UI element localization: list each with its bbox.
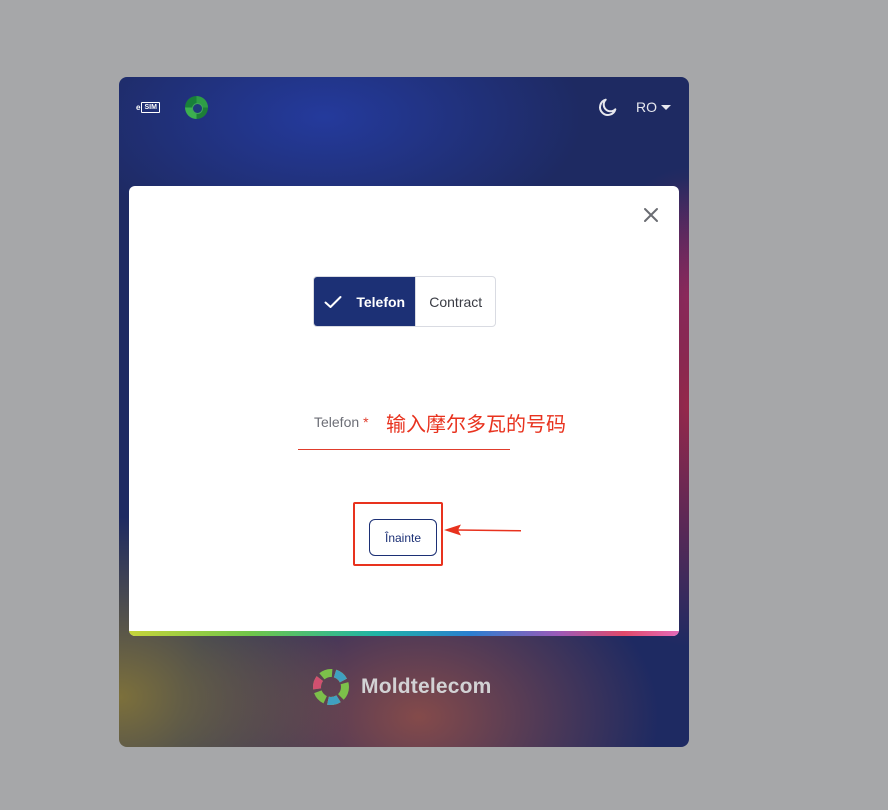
brand-footer: Moldtelecom <box>312 667 492 707</box>
rainbow-accent-bar <box>129 631 679 636</box>
phone-field-underline <box>298 449 510 450</box>
required-mark: * <box>363 414 369 430</box>
app-window: e SIM RO Telefon Contract Telefon * 输入摩尔… <box>119 77 689 747</box>
check-icon <box>324 295 342 308</box>
login-type-toggle: Telefon Contract <box>313 276 496 327</box>
toggle-telefon-label: Telefon <box>356 293 406 310</box>
annotation-text: 输入摩尔多瓦的号码 <box>386 414 566 436</box>
phone-label-text: Telefon <box>314 414 360 430</box>
moldtelecom-logo-icon <box>313 669 349 705</box>
toggle-contract-label: Contract <box>429 293 483 310</box>
close-icon[interactable] <box>641 205 661 225</box>
language-select[interactable]: RO <box>636 98 671 116</box>
login-modal: Telefon Contract Telefon * 输入摩尔多瓦的号码 Înai… <box>129 186 679 636</box>
next-button[interactable]: Înainte <box>369 519 437 556</box>
moon-icon[interactable] <box>597 96 619 118</box>
language-label: RO <box>636 99 657 115</box>
esim-logo-sim: SIM <box>141 101 160 113</box>
phone-field-label: Telefon * <box>314 414 369 430</box>
caret-down-icon <box>661 104 671 110</box>
toggle-telefon[interactable]: Telefon <box>314 277 416 326</box>
top-bar: e SIM RO <box>119 77 689 137</box>
annotation-arrow-icon <box>444 524 522 536</box>
brand-name: Moldtelecom <box>361 675 492 698</box>
esim-logo: e SIM <box>136 101 160 113</box>
esim-logo-e: e <box>136 102 141 112</box>
toggle-contract[interactable]: Contract <box>415 277 495 326</box>
moldova-flag-icon <box>185 96 208 119</box>
